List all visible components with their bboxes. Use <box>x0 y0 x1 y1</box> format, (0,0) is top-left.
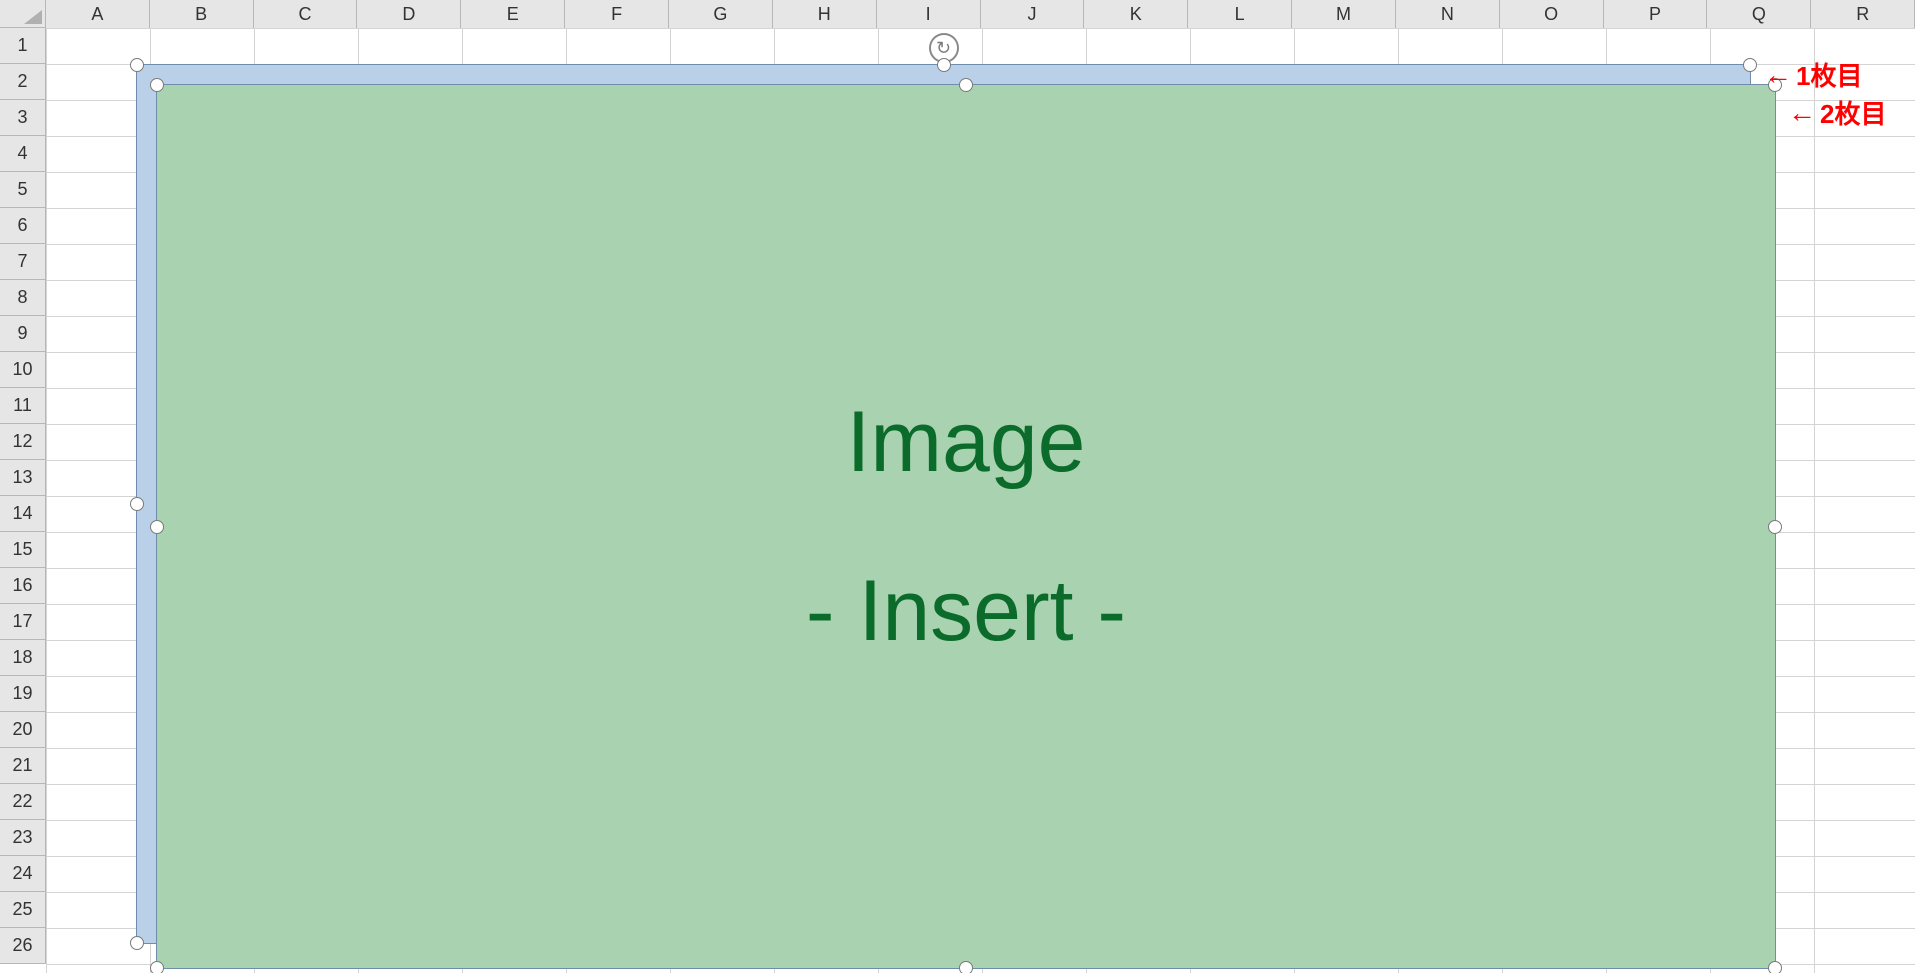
column-header-P[interactable]: P <box>1604 0 1708 28</box>
select-all-corner[interactable] <box>0 0 46 28</box>
column-header-G[interactable]: G <box>669 0 773 28</box>
resize-handle-n[interactable] <box>937 58 951 72</box>
column-header-D[interactable]: D <box>357 0 461 28</box>
column-header-Q[interactable]: Q <box>1707 0 1811 28</box>
annotation-label-1: ← 1枚目 <box>1764 56 1862 93</box>
row-header-20[interactable]: 20 <box>0 712 45 748</box>
shape-text-line2: - Insert - <box>806 562 1126 661</box>
column-header-M[interactable]: M <box>1292 0 1396 28</box>
resize-handle-sw[interactable] <box>130 936 144 950</box>
row-header-16[interactable]: 16 <box>0 568 45 604</box>
row-header-1[interactable]: 1 <box>0 28 45 64</box>
row-header-6[interactable]: 6 <box>0 208 45 244</box>
column-header-F[interactable]: F <box>565 0 669 28</box>
annotation-text-2: 2枚目 <box>1820 94 1886 131</box>
column-header-J[interactable]: J <box>981 0 1085 28</box>
resize-handle-sw[interactable] <box>150 961 164 973</box>
column-header-L[interactable]: L <box>1188 0 1292 28</box>
column-header-N[interactable]: N <box>1396 0 1500 28</box>
column-header-R[interactable]: R <box>1811 0 1915 28</box>
resize-handle-nw[interactable] <box>130 58 144 72</box>
row-header-14[interactable]: 14 <box>0 496 45 532</box>
annotation-text-1: 1枚目 <box>1796 56 1862 93</box>
column-header-E[interactable]: E <box>461 0 565 28</box>
resize-handle-s[interactable] <box>959 961 973 973</box>
column-headers: ABCDEFGHIJKLMNOPQR <box>0 0 1915 28</box>
column-header-B[interactable]: B <box>150 0 254 28</box>
row-header-18[interactable]: 18 <box>0 640 45 676</box>
row-header-11[interactable]: 11 <box>0 388 45 424</box>
row-header-7[interactable]: 7 <box>0 244 45 280</box>
shape-front-image-2[interactable]: Image - Insert - <box>156 84 1776 969</box>
arrow-left-icon: ← <box>1764 61 1792 89</box>
row-header-19[interactable]: 19 <box>0 676 45 712</box>
column-header-I[interactable]: I <box>877 0 981 28</box>
cell-grid[interactable]: ↻ Image - Insert - <box>46 28 1915 973</box>
row-header-4[interactable]: 4 <box>0 136 45 172</box>
column-header-H[interactable]: H <box>773 0 877 28</box>
row-header-23[interactable]: 23 <box>0 820 45 856</box>
resize-handle-ne[interactable] <box>1743 58 1757 72</box>
resize-handle-nw[interactable] <box>150 78 164 92</box>
row-headers: 1234567891011121314151617181920212223242… <box>0 28 46 964</box>
arrow-left-icon: ← <box>1788 99 1816 127</box>
row-header-3[interactable]: 3 <box>0 100 45 136</box>
row-header-15[interactable]: 15 <box>0 532 45 568</box>
row-header-22[interactable]: 22 <box>0 784 45 820</box>
row-header-25[interactable]: 25 <box>0 892 45 928</box>
row-header-17[interactable]: 17 <box>0 604 45 640</box>
column-header-A[interactable]: A <box>46 0 150 28</box>
spreadsheet: ABCDEFGHIJKLMNOPQR 123456789101112131415… <box>0 0 1915 973</box>
column-header-O[interactable]: O <box>1500 0 1604 28</box>
row-header-5[interactable]: 5 <box>0 172 45 208</box>
resize-handle-e[interactable] <box>1768 520 1782 534</box>
row-header-8[interactable]: 8 <box>0 280 45 316</box>
shape-text-line1: Image <box>846 393 1085 492</box>
column-header-C[interactable]: C <box>254 0 358 28</box>
resize-handle-se[interactable] <box>1768 961 1782 973</box>
row-header-13[interactable]: 13 <box>0 460 45 496</box>
resize-handle-n[interactable] <box>959 78 973 92</box>
resize-handle-w[interactable] <box>150 520 164 534</box>
row-header-26[interactable]: 26 <box>0 928 45 964</box>
resize-handle-w[interactable] <box>130 497 144 511</box>
row-header-9[interactable]: 9 <box>0 316 45 352</box>
row-header-21[interactable]: 21 <box>0 748 45 784</box>
row-header-2[interactable]: 2 <box>0 64 45 100</box>
row-header-10[interactable]: 10 <box>0 352 45 388</box>
row-header-24[interactable]: 24 <box>0 856 45 892</box>
row-header-12[interactable]: 12 <box>0 424 45 460</box>
annotation-label-2: ← 2枚目 <box>1788 94 1886 131</box>
column-header-K[interactable]: K <box>1084 0 1188 28</box>
